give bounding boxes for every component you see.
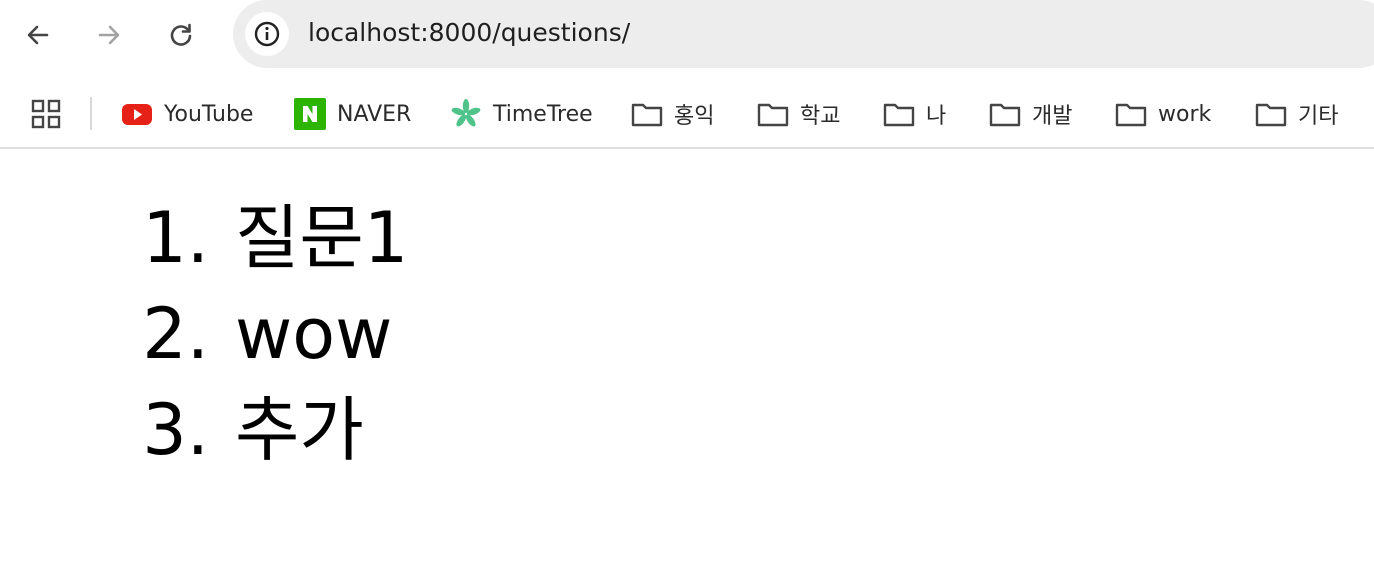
bookmark-folder-hongik[interactable]: 홍익 <box>630 94 714 134</box>
address-bar[interactable]: localhost:8000/questions/ <box>233 0 1374 68</box>
list-number: 3. <box>142 389 209 471</box>
bookmark-timetree[interactable]: TimeTree <box>449 94 593 134</box>
folder-icon <box>1114 97 1148 131</box>
folder-icon <box>756 97 790 131</box>
site-info-button[interactable] <box>245 12 289 56</box>
bookmark-label: 나 <box>926 104 947 129</box>
bookmark-label: work <box>1158 101 1212 127</box>
naver-icon <box>293 97 327 131</box>
bookmarks-bar: YouTube NAVER TimeTree 홍익 학교 나 개발 work 기… <box>0 84 1374 144</box>
bookmark-folder-dev[interactable]: 개발 <box>988 94 1072 134</box>
arrow-left-icon <box>27 25 49 45</box>
bookmark-naver[interactable]: NAVER <box>293 94 411 134</box>
folder-icon <box>882 97 916 131</box>
bookmark-label: 개발 <box>1032 104 1073 129</box>
question-text: 질문1 <box>235 197 409 279</box>
bookmark-label: 홍익 <box>674 104 715 129</box>
bookmark-youtube[interactable]: YouTube <box>120 94 253 134</box>
bookmark-folder-etc[interactable]: 기타 <box>1254 94 1338 134</box>
youtube-icon <box>120 97 154 131</box>
page-content: 1. 질문1 2. wow 3. 추가 <box>0 150 1374 562</box>
arrow-right-icon <box>98 25 120 45</box>
bookmark-folder-work[interactable]: work <box>1114 94 1211 134</box>
toolbar-divider <box>0 147 1374 149</box>
bookmark-label: 기타 <box>1298 104 1339 129</box>
list-number: 2. <box>142 293 209 375</box>
reload-button[interactable] <box>160 14 202 56</box>
bookmark-label: YouTube <box>164 101 254 127</box>
reload-icon <box>170 23 192 46</box>
list-number: 1. <box>142 197 209 279</box>
info-icon <box>254 21 280 47</box>
forward-button[interactable] <box>88 14 130 56</box>
bookmark-folder-me[interactable]: 나 <box>882 94 946 134</box>
browser-toolbar: localhost:8000/questions/ <box>0 0 1374 70</box>
question-item: 2. wow <box>142 286 408 382</box>
back-button[interactable] <box>17 14 59 56</box>
question-item: 3. 추가 <box>142 382 408 478</box>
folder-icon <box>630 97 664 131</box>
bookmark-label: NAVER <box>337 101 412 127</box>
question-item: 1. 질문1 <box>142 190 409 286</box>
bookmark-label: 학교 <box>800 104 841 129</box>
apps-grid-icon[interactable] <box>31 99 61 129</box>
bookmark-label: TimeTree <box>493 101 593 127</box>
folder-icon <box>1254 97 1288 131</box>
question-text: wow <box>235 293 393 375</box>
question-list: 1. 질문1 2. wow 3. 추가 <box>142 190 409 478</box>
url-text[interactable]: localhost:8000/questions/ <box>308 18 630 47</box>
folder-icon <box>988 97 1022 131</box>
question-text: 추가 <box>235 389 364 471</box>
bookmark-folder-school[interactable]: 학교 <box>756 94 840 134</box>
bookmark-separator <box>90 97 92 130</box>
timetree-icon <box>449 97 483 131</box>
